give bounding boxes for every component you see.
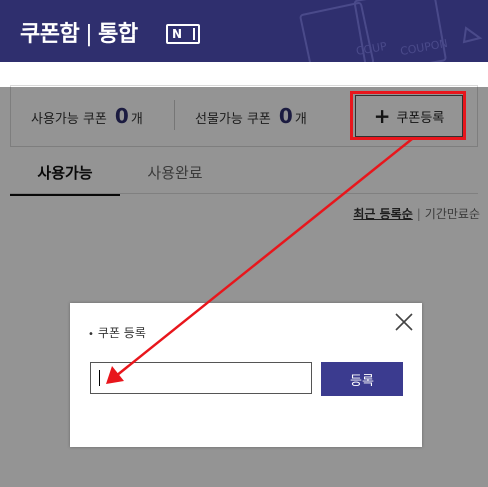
coupon-decoration-icon: COUP COUPON	[299, 0, 483, 62]
title-separator: |	[85, 22, 93, 47]
page-header: 쿠폰함 | 통합 N COUP COUPON	[0, 0, 488, 62]
submit-register-button[interactable]: 등록	[321, 362, 403, 396]
close-icon[interactable]	[393, 311, 415, 333]
badge-letter: N	[172, 27, 183, 41]
svg-text:COUP: COUP	[355, 40, 388, 58]
page-title: 쿠폰함 | 통합	[20, 16, 138, 48]
title-sub: 통합	[98, 22, 138, 47]
annotation-highlight	[350, 91, 466, 140]
deco-text: COUPON	[399, 37, 448, 58]
coupon-code-input[interactable]	[90, 362, 312, 394]
text-caret	[99, 370, 100, 386]
modal-bullet: •	[88, 329, 94, 340]
n-coupon-badge-icon: N	[166, 24, 200, 44]
coupon-register-modal: • 쿠폰 등록 등록	[70, 303, 422, 447]
title-main: 쿠폰함	[20, 22, 80, 47]
modal-title: • 쿠폰 등록	[88, 324, 146, 341]
modal-title-text: 쿠폰 등록	[97, 326, 146, 340]
